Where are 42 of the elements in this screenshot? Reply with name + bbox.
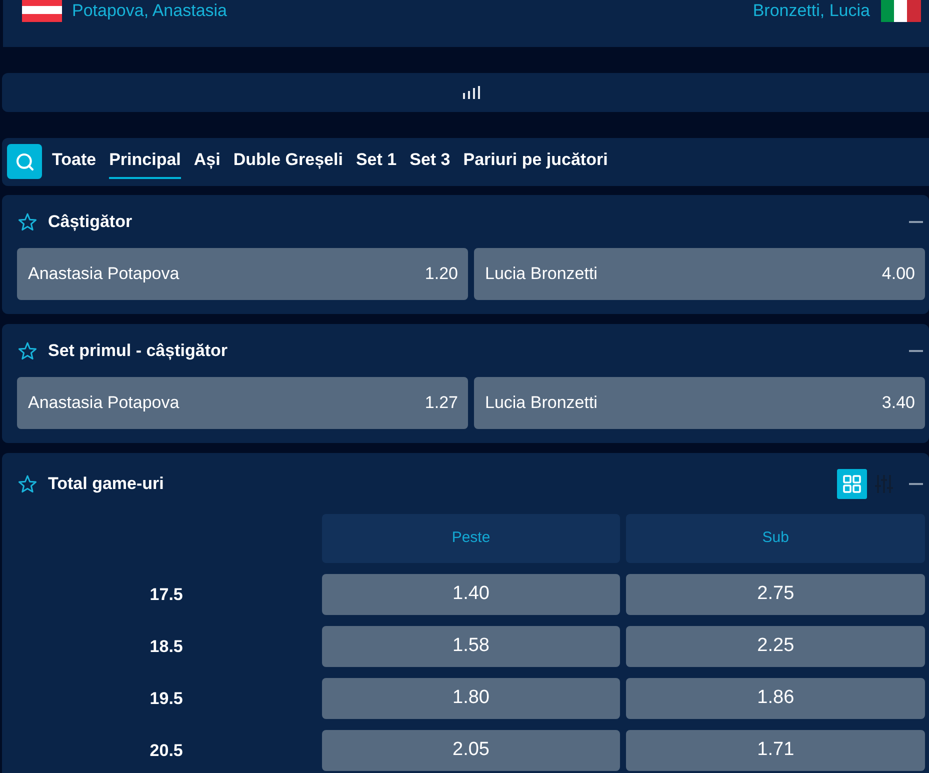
odds-button[interactable]: 1.80: [322, 678, 620, 719]
tab[interactable]: Set 3: [410, 150, 450, 179]
market-title: Set primul - câștigător: [48, 340, 228, 362]
line-label: 20.5: [150, 740, 183, 762]
tab[interactable]: Pariuri pe jucători: [463, 150, 608, 179]
tab[interactable]: Set 1: [356, 150, 397, 179]
line-label: 18.5: [150, 636, 183, 658]
odds-button[interactable]: Lucia Bronzetti 3.40: [474, 377, 925, 429]
bar-chart-icon: [463, 86, 480, 99]
player-name[interactable]: Potapova, Anastasia: [72, 0, 228, 24]
minus-icon[interactable]: [909, 482, 923, 484]
tab[interactable]: Toate: [52, 150, 96, 179]
odds-button[interactable]: Lucia Bronzetti 4.00: [474, 248, 925, 300]
odds-button[interactable]: 1.58: [322, 626, 620, 667]
market-title: Câștigător: [48, 210, 132, 232]
odds-button[interactable]: 1.86: [626, 678, 925, 719]
line-label: 17.5: [150, 584, 183, 606]
odds-button[interactable]: 2.25: [626, 626, 925, 667]
italy-flag-icon: [881, 0, 921, 22]
column-header: Peste: [322, 514, 620, 563]
grid-view-button[interactable]: [837, 468, 867, 498]
column-header: Sub: [626, 514, 925, 563]
odds-button[interactable]: 2.05: [322, 730, 620, 771]
austria-flag-icon: [22, 0, 62, 22]
player-name[interactable]: Bronzetti, Lucia: [752, 0, 870, 24]
odds-button[interactable]: 2.75: [626, 574, 925, 615]
odds-button[interactable]: Anastasia Potapova 1.20: [17, 248, 468, 300]
star-icon[interactable]: [18, 474, 37, 492]
tab[interactable]: Principal: [109, 150, 181, 179]
search-icon: [14, 152, 34, 172]
odds-button[interactable]: 1.71: [626, 730, 925, 771]
grid-icon: [843, 474, 861, 492]
line-label: 19.5: [150, 688, 183, 710]
minus-icon[interactable]: [909, 220, 923, 222]
star-icon[interactable]: [18, 212, 37, 230]
tab[interactable]: Ași: [194, 150, 220, 179]
star-icon[interactable]: [18, 342, 37, 360]
tab[interactable]: Duble Greșeli: [233, 150, 343, 179]
odds-button[interactable]: 1.40: [322, 574, 620, 615]
minus-icon[interactable]: [909, 350, 923, 352]
market-title: Total game-uri: [48, 472, 164, 494]
odds-button[interactable]: Anastasia Potapova 1.27: [17, 377, 468, 429]
